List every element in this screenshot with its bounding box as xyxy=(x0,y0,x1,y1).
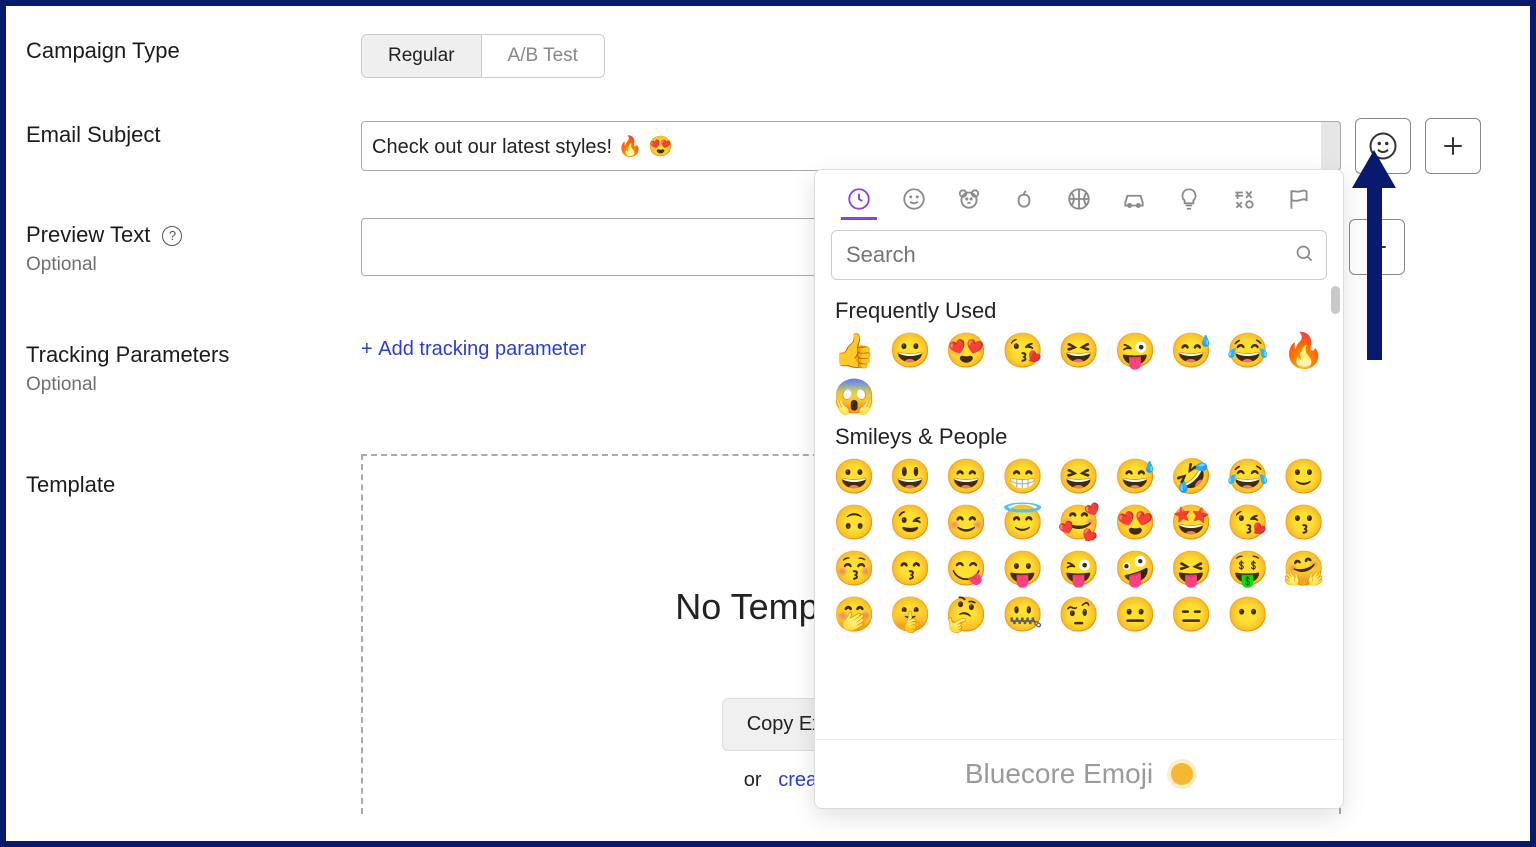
label-tracking: Tracking Parameters xyxy=(26,342,361,368)
emoji-picker-footer: Bluecore Emoji xyxy=(815,739,1343,808)
emoji-cat-recent[interactable] xyxy=(841,180,877,220)
emoji-item[interactable]: 🤫 xyxy=(887,598,933,632)
smiley-icon xyxy=(901,186,927,212)
emoji-footer-label: Bluecore Emoji xyxy=(965,758,1153,790)
emoji-cat-travel[interactable] xyxy=(1116,180,1152,220)
emoji-cat-animals[interactable] xyxy=(951,180,987,220)
emoji-item[interactable]: 😂 xyxy=(1225,334,1271,368)
emoji-item[interactable]: 😆 xyxy=(1056,334,1102,368)
emoji-cat-food[interactable] xyxy=(1006,180,1042,220)
emoji-item[interactable]: 👍 xyxy=(831,334,877,368)
clock-icon xyxy=(846,186,872,212)
emoji-section-frequent: Frequently Used xyxy=(835,298,1327,324)
emoji-cat-symbols[interactable] xyxy=(1226,180,1262,220)
search-icon xyxy=(1295,244,1315,269)
emoji-item[interactable]: 😀 xyxy=(831,460,877,494)
emoji-item[interactable]: 🤣 xyxy=(1168,460,1214,494)
emoji-section-smileys: Smileys & People xyxy=(835,424,1327,450)
emoji-item[interactable]: 🤑 xyxy=(1225,552,1271,586)
label-email-subject: Email Subject xyxy=(26,122,361,148)
label-preview-text: Preview Text ? xyxy=(26,222,361,248)
emoji-item[interactable]: 😶 xyxy=(1225,598,1271,632)
preview-text-input[interactable] xyxy=(361,218,821,276)
emoji-item[interactable]: 🥰 xyxy=(1056,506,1102,540)
symbols-icon xyxy=(1231,186,1257,212)
emoji-picker-button[interactable] xyxy=(1355,118,1411,174)
flag-icon xyxy=(1286,186,1312,212)
emoji-item[interactable]: 🤪 xyxy=(1112,552,1158,586)
emoji-item[interactable]: 😘 xyxy=(1000,334,1046,368)
emoji-item[interactable]: 😘 xyxy=(1225,506,1271,540)
emoji-scroll-thumb[interactable] xyxy=(1331,286,1340,314)
emoji-item[interactable]: 😱 xyxy=(831,380,877,414)
emoji-item[interactable]: 🤭 xyxy=(831,598,877,632)
emoji-cat-smileys[interactable] xyxy=(896,180,932,220)
basketball-icon xyxy=(1066,186,1092,212)
emoji-item[interactable]: 🤐 xyxy=(1000,598,1046,632)
preview-add-button[interactable] xyxy=(1349,219,1405,275)
emoji-item[interactable]: 😀 xyxy=(887,334,933,368)
emoji-cat-flags[interactable] xyxy=(1281,180,1317,220)
emoji-item[interactable]: 😑 xyxy=(1168,598,1214,632)
emoji-item[interactable]: 🙃 xyxy=(831,506,877,540)
emoji-item[interactable]: 😆 xyxy=(1056,460,1102,494)
subject-input-cap xyxy=(1321,121,1341,171)
emoji-item[interactable]: 😇 xyxy=(1000,506,1046,540)
add-tracking-link[interactable]: + Add tracking parameter xyxy=(361,338,586,361)
bear-icon xyxy=(956,186,982,212)
car-icon xyxy=(1121,186,1147,212)
apple-icon xyxy=(1011,186,1037,212)
label-template: Template xyxy=(26,472,361,498)
emoji-item[interactable]: 🤩 xyxy=(1168,506,1214,540)
emoji-item[interactable]: 😜 xyxy=(1112,334,1158,368)
add-variable-button[interactable] xyxy=(1425,118,1481,174)
lightbulb-icon xyxy=(1176,186,1202,212)
emoji-picker-popover: Frequently Used 👍 😀 😍 😘 😆 😜 😅 😂 🔥 😱 Smileys & Peo… xyxy=(814,169,1344,809)
emoji-item[interactable]: 😍 xyxy=(943,334,989,368)
emoji-item[interactable]: 😜 xyxy=(1056,552,1102,586)
emoji-search-input[interactable] xyxy=(831,230,1327,280)
plus-icon xyxy=(1438,131,1468,161)
emoji-item[interactable]: 😅 xyxy=(1112,460,1158,494)
label-campaign-type: Campaign Type xyxy=(26,38,361,64)
emoji-body[interactable]: Frequently Used 👍 😀 😍 😘 😆 😜 😅 😂 🔥 😱 Smileys & Peo… xyxy=(815,280,1343,739)
emoji-item[interactable]: 😂 xyxy=(1225,460,1271,494)
emoji-item[interactable]: 😋 xyxy=(943,552,989,586)
emoji-item[interactable]: 😛 xyxy=(1000,552,1046,586)
emoji-category-tabs xyxy=(815,170,1343,220)
emoji-item[interactable]: 😍 xyxy=(1112,506,1158,540)
emoji-cat-objects[interactable] xyxy=(1171,180,1207,220)
emoji-item[interactable]: 😝 xyxy=(1168,552,1214,586)
email-subject-input[interactable] xyxy=(361,121,1321,171)
emoji-item[interactable]: 😊 xyxy=(943,506,989,540)
help-icon[interactable]: ? xyxy=(162,226,182,246)
emoji-item[interactable]: 🤔 xyxy=(943,598,989,632)
smiley-icon xyxy=(1368,131,1398,161)
emoji-item[interactable]: 😁 xyxy=(1000,460,1046,494)
emoji-item[interactable]: 😃 xyxy=(887,460,933,494)
emoji-item[interactable]: 😉 xyxy=(887,506,933,540)
emoji-item[interactable]: 😅 xyxy=(1168,334,1214,368)
emoji-footer-dot-icon xyxy=(1171,763,1193,785)
tab-regular[interactable]: Regular xyxy=(362,35,482,77)
emoji-item[interactable]: 😙 xyxy=(887,552,933,586)
tab-ab-test[interactable]: A/B Test xyxy=(482,35,604,77)
emoji-item[interactable]: 🤨 xyxy=(1056,598,1102,632)
emoji-item[interactable]: 😚 xyxy=(831,552,877,586)
plus-icon xyxy=(1362,232,1392,262)
emoji-item[interactable]: 😗 xyxy=(1281,506,1327,540)
emoji-item[interactable]: 🙂 xyxy=(1281,460,1327,494)
emoji-cat-activity[interactable] xyxy=(1061,180,1097,220)
label-tracking-optional: Optional xyxy=(26,374,361,396)
emoji-item[interactable]: 🔥 xyxy=(1281,334,1327,368)
emoji-item[interactable]: 😐 xyxy=(1112,598,1158,632)
emoji-item[interactable]: 🤗 xyxy=(1281,552,1327,586)
emoji-item[interactable]: 😄 xyxy=(943,460,989,494)
label-preview-optional: Optional xyxy=(26,254,361,276)
campaign-type-toggle[interactable]: Regular A/B Test xyxy=(361,34,605,78)
